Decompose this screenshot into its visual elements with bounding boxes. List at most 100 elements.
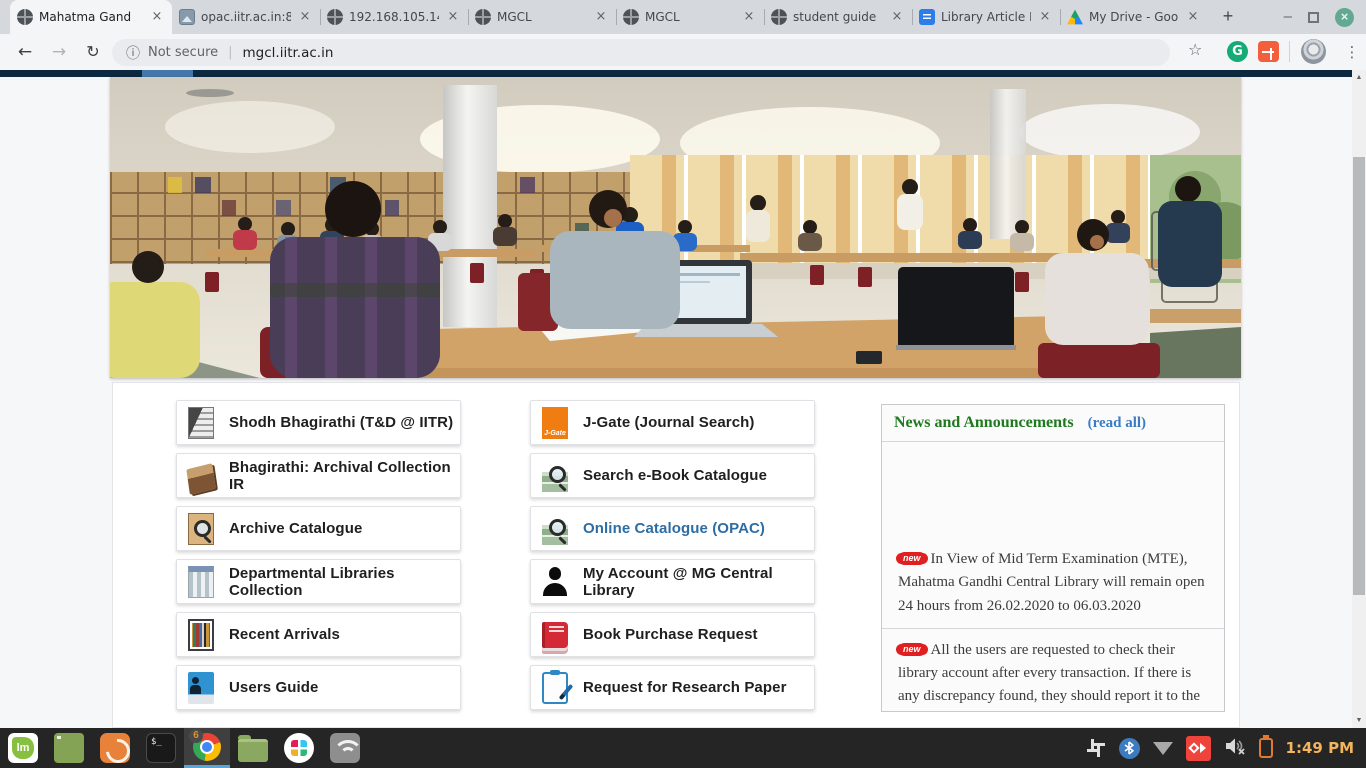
link-users-guide[interactable]: Users Guide (176, 665, 461, 710)
link-book-purchase-request[interactable]: Book Purchase Request (530, 612, 815, 657)
show-desktop-button[interactable] (46, 728, 92, 768)
library-photo (110, 77, 1241, 378)
terminal-launcher[interactable]: $_ (138, 728, 184, 768)
taskbar: lm $_ 6 (0, 728, 1366, 768)
link-bhagirathi-archival[interactable]: Bhagirathi: Archival Collection IR (176, 453, 461, 498)
clipboard-pen-icon (542, 672, 568, 704)
link-label: Shodh Bhagirathi (T&D @ IITR) (229, 414, 453, 431)
bookshelf-icon (188, 619, 214, 651)
link-label: Online Catalogue (OPAC) (583, 520, 765, 537)
close-icon[interactable]: × (1185, 9, 1201, 25)
link-label: Request for Research Paper (583, 679, 787, 696)
scroll-up-arrow[interactable]: ▲ (1352, 70, 1366, 85)
link-label: Bhagirathi: Archival Collection IR (229, 459, 460, 493)
diamond-shape (1188, 742, 1199, 753)
url-divider: | (228, 45, 232, 60)
link-column-middle: J-Gate J-Gate (Journal Search) Search e-… (530, 400, 815, 710)
link-archive-catalogue[interactable]: Archive Catalogue (176, 506, 461, 551)
window-controls: – × (1284, 0, 1354, 34)
slack-launcher[interactable] (276, 728, 322, 768)
anydesk-icon[interactable] (1186, 736, 1211, 761)
link-online-catalogue-opac[interactable]: Online Catalogue (OPAC) (530, 506, 815, 551)
news-text: All the users are requested to check the… (898, 642, 1200, 705)
scrollbar-thumb[interactable] (1353, 157, 1365, 595)
url-text: mgcl.iitr.ac.in (243, 45, 334, 61)
close-icon[interactable]: × (445, 9, 461, 25)
close-icon[interactable]: × (1037, 9, 1053, 25)
close-icon[interactable]: × (741, 9, 757, 25)
window-close-button[interactable]: × (1335, 8, 1354, 27)
site-navbar-active-item (142, 70, 193, 77)
page-scrollbar[interactable]: ▲ ▼ (1352, 70, 1366, 728)
page-viewport: Shodh Bhagirathi (T&D @ IITR) Bhagirathi… (0, 70, 1366, 728)
chrome-taskbar-button[interactable]: 6 (184, 728, 230, 768)
read-all-link[interactable]: (read all) (1088, 415, 1146, 432)
profile-avatar[interactable] (1301, 39, 1326, 64)
tab-ip-address[interactable]: 192.168.105.14 × (320, 0, 468, 34)
scroll-down-arrow[interactable]: ▼ (1352, 713, 1366, 728)
firefox-launcher[interactable] (92, 728, 138, 768)
grammarly-extension-icon[interactable]: G (1227, 41, 1248, 62)
news-panel: News and Announcements (read all) new In … (881, 404, 1225, 712)
tab-title: Mahatma Gand (39, 10, 143, 24)
minimize-button[interactable]: – (1284, 12, 1292, 22)
globe-icon (771, 9, 787, 25)
link-jgate[interactable]: J-Gate J-Gate (Journal Search) (530, 400, 815, 445)
file-manager-launcher[interactable] (230, 728, 276, 768)
close-icon[interactable]: × (149, 9, 165, 25)
link-label: My Account @ MG Central Library (583, 565, 814, 599)
bluetooth-icon[interactable] (1119, 738, 1140, 759)
archive-box-icon (186, 463, 215, 495)
guide-kiosk-icon (188, 672, 214, 704)
mint-menu-button[interactable]: lm (0, 728, 46, 768)
toolbar-separator (1289, 41, 1290, 62)
new-tab-button[interactable]: + (1214, 3, 1242, 31)
orange-extension-icon[interactable] (1258, 41, 1279, 62)
taskbar-clock[interactable]: 1:49 PM (1286, 739, 1354, 757)
network-signal-icon[interactable] (1153, 742, 1173, 755)
link-label: Departmental Libraries Collection (229, 565, 460, 599)
desktop-icon (54, 733, 84, 763)
browser-toolbar: ← → ↻ ⓘ Not secure | mgcl.iitr.ac.in ☆ G… (0, 34, 1366, 70)
tab-opac[interactable]: opac.iitr.ac.in:8 × (172, 0, 320, 34)
thesis-book-icon (188, 407, 214, 439)
reload-icon[interactable]: ↻ (80, 39, 106, 65)
link-departmental-libraries[interactable]: Departmental Libraries Collection (176, 559, 461, 604)
address-bar[interactable]: ⓘ Not secure | mgcl.iitr.ac.in (112, 39, 1170, 66)
tab-student-guide[interactable]: student guide × (764, 0, 912, 34)
forward-icon[interactable]: → (46, 39, 72, 65)
news-text: In View of Mid Term Examination (MTE), M… (898, 551, 1205, 614)
google-drive-icon (1067, 9, 1083, 25)
news-title: News and Announcements (894, 414, 1074, 432)
link-recent-arrivals[interactable]: Recent Arrivals (176, 612, 461, 657)
close-icon[interactable]: × (889, 9, 905, 25)
link-my-account[interactable]: My Account @ MG Central Library (530, 559, 815, 604)
new-badge: new (898, 643, 926, 656)
tab-mahatma-gandhi-library[interactable]: Mahatma Gand × (10, 0, 172, 34)
close-icon[interactable]: × (593, 9, 609, 25)
tab-my-drive[interactable]: My Drive - Goo × (1060, 0, 1208, 34)
tab-mgcl-2[interactable]: MGCL × (616, 0, 764, 34)
firefox-icon (100, 733, 130, 763)
link-label: Users Guide (229, 679, 318, 696)
link-ebook-catalogue[interactable]: Search e-Book Catalogue (530, 453, 815, 498)
image-icon (179, 9, 195, 25)
screen: Mahatma Gand × opac.iitr.ac.in:8 × 192.1… (0, 0, 1366, 768)
terminal-icon: $_ (146, 733, 176, 763)
maximize-button[interactable] (1308, 12, 1319, 23)
bookmark-star-icon[interactable]: ☆ (1188, 40, 1202, 59)
link-request-research-paper[interactable]: Request for Research Paper (530, 665, 815, 710)
volume-muted-icon[interactable] (1224, 736, 1246, 761)
tab-mgcl-1[interactable]: MGCL × (468, 0, 616, 34)
link-label: Archive Catalogue (229, 520, 362, 537)
link-shodh-bhagirathi[interactable]: Shodh Bhagirathi (T&D @ IITR) (176, 400, 461, 445)
browser-menu-icon[interactable]: ⋮ (1341, 39, 1363, 65)
network-settings-launcher[interactable] (322, 728, 368, 768)
slack-tray-icon[interactable] (1086, 738, 1106, 758)
info-icon[interactable]: ⓘ (126, 43, 140, 63)
wifi-icon (330, 733, 360, 763)
close-icon[interactable]: × (297, 9, 313, 25)
back-icon[interactable]: ← (12, 39, 38, 65)
battery-icon[interactable] (1259, 738, 1273, 758)
tab-library-article[interactable]: Library Article D × (912, 0, 1060, 34)
